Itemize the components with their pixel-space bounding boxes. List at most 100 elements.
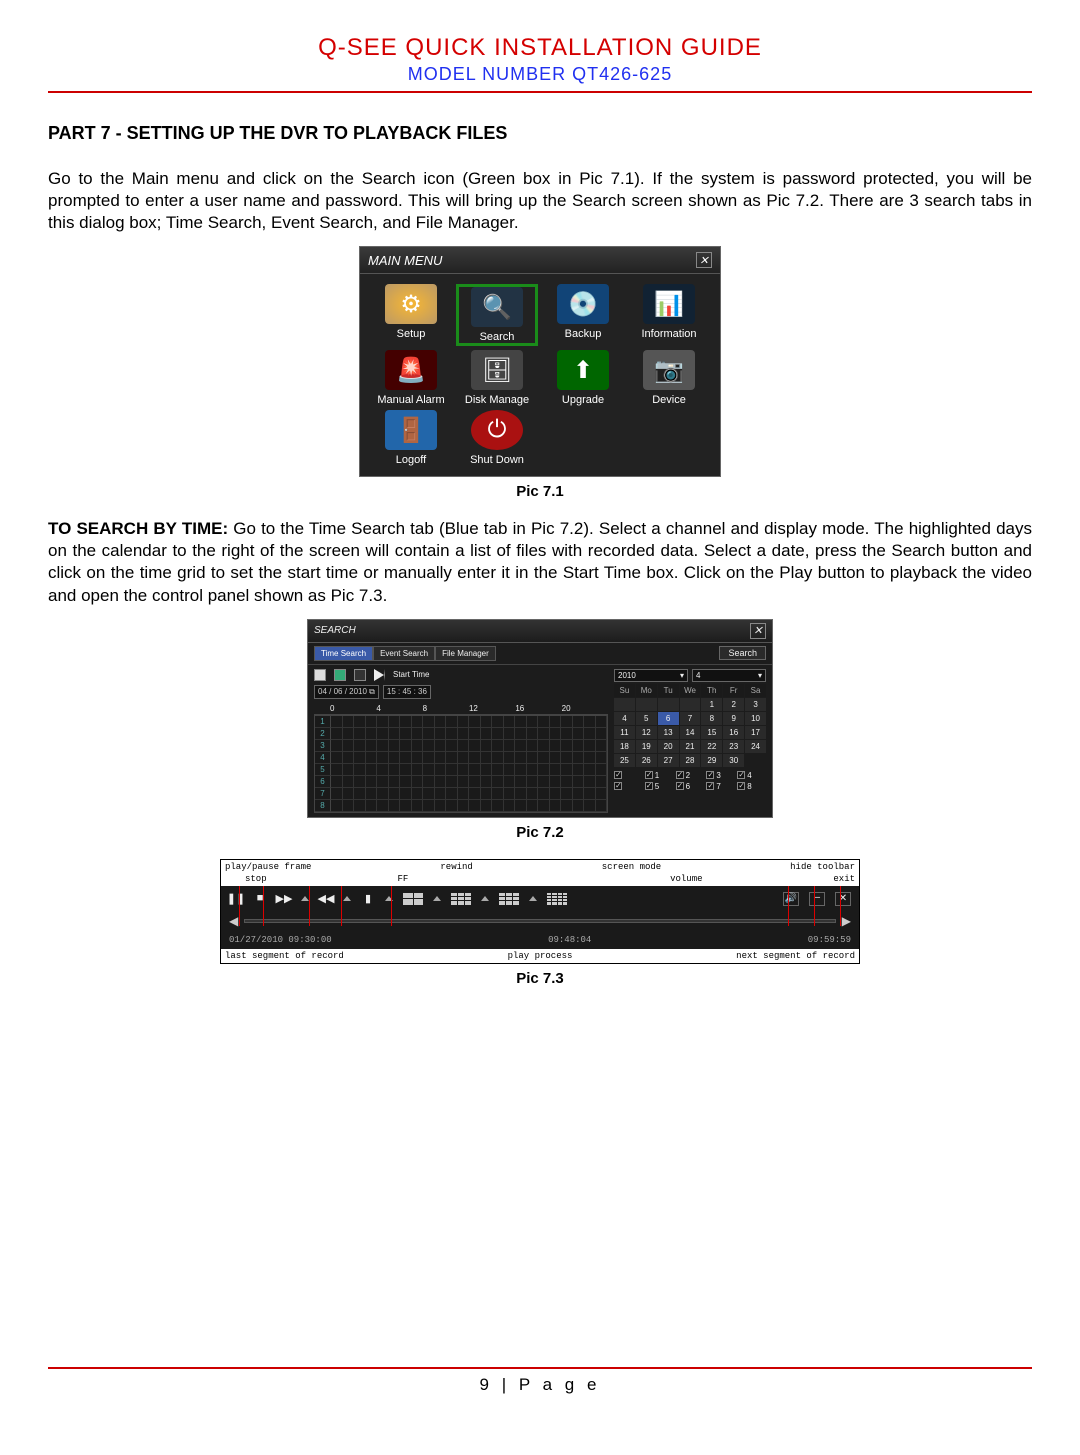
menu-setup[interactable]: ⚙Setup: [370, 284, 452, 346]
grid-cell[interactable]: [366, 800, 378, 812]
menu-information[interactable]: 📊Information: [628, 284, 710, 346]
grid-cell[interactable]: [400, 776, 412, 788]
grid-cell[interactable]: [561, 740, 573, 752]
time-grid[interactable]: 12345678: [314, 715, 608, 813]
grid-cell[interactable]: [481, 788, 493, 800]
grid-cell[interactable]: [377, 716, 389, 728]
grid-cell[interactable]: [366, 764, 378, 776]
grid-cell[interactable]: [377, 788, 389, 800]
check-5[interactable]: 5: [645, 782, 674, 791]
grid-cell[interactable]: [584, 800, 596, 812]
grid-cell[interactable]: [561, 716, 573, 728]
grid-cell[interactable]: [504, 800, 516, 812]
grid-cell[interactable]: [400, 752, 412, 764]
grid-cell[interactable]: [469, 788, 481, 800]
exit-icon[interactable]: ✕: [835, 892, 851, 906]
grid-cell[interactable]: [435, 776, 447, 788]
cal-day[interactable]: 17: [745, 726, 766, 739]
grid-cell[interactable]: [481, 752, 493, 764]
grid-cell[interactable]: [435, 740, 447, 752]
check-1[interactable]: 1: [645, 771, 674, 780]
grid-cell[interactable]: [492, 764, 504, 776]
grid-cell[interactable]: [412, 788, 424, 800]
grid-cell[interactable]: [584, 764, 596, 776]
cal-day[interactable]: 16: [723, 726, 744, 739]
grid-cell[interactable]: [538, 800, 550, 812]
grid-cell[interactable]: [389, 776, 401, 788]
grid-cell[interactable]: [400, 716, 412, 728]
cal-day[interactable]: 14: [680, 726, 701, 739]
cal-day[interactable]: 26: [636, 754, 657, 767]
play-icon[interactable]: [374, 669, 385, 681]
grid-cell[interactable]: [469, 740, 481, 752]
grid-cell[interactable]: [389, 728, 401, 740]
menu-device[interactable]: 📷Device: [628, 350, 710, 406]
grid-cell[interactable]: [561, 764, 573, 776]
cal-day[interactable]: 23: [723, 740, 744, 753]
grid-cell[interactable]: [435, 728, 447, 740]
grid-cell[interactable]: [584, 740, 596, 752]
grid-cell[interactable]: [331, 752, 343, 764]
grid-cell[interactable]: [389, 740, 401, 752]
screen-6-icon[interactable]: [499, 893, 519, 905]
grid-cell[interactable]: [573, 728, 585, 740]
grid-cell[interactable]: [354, 800, 366, 812]
grid-cell[interactable]: [423, 788, 435, 800]
menu-logoff[interactable]: 🚪Logoff: [370, 410, 452, 466]
year-select[interactable]: 2010▾: [614, 669, 688, 682]
grid-cell[interactable]: [446, 716, 458, 728]
grid-cell[interactable]: [515, 716, 527, 728]
grid-cell[interactable]: [469, 776, 481, 788]
grid-cell[interactable]: [331, 776, 343, 788]
grid-cell[interactable]: [446, 752, 458, 764]
cal-day[interactable]: 18: [614, 740, 635, 753]
cal-day[interactable]: 5: [636, 712, 657, 725]
grid-cell[interactable]: [584, 716, 596, 728]
grid-cell[interactable]: [538, 788, 550, 800]
grid-cell[interactable]: [492, 728, 504, 740]
display-mode-1[interactable]: [314, 669, 326, 681]
tab-event-search[interactable]: Event Search: [373, 646, 435, 661]
grid-cell[interactable]: [527, 776, 539, 788]
grid-cell[interactable]: [527, 716, 539, 728]
grid-cell[interactable]: [469, 752, 481, 764]
grid-cell[interactable]: [331, 764, 343, 776]
cal-day[interactable]: 9: [723, 712, 744, 725]
grid-cell[interactable]: [492, 716, 504, 728]
cal-day[interactable]: 20: [658, 740, 679, 753]
grid-cell[interactable]: [561, 728, 573, 740]
grid-cell[interactable]: [550, 788, 562, 800]
grid-cell[interactable]: [492, 788, 504, 800]
grid-cell[interactable]: [423, 764, 435, 776]
grid-cell[interactable]: [412, 728, 424, 740]
grid-cell[interactable]: [561, 800, 573, 812]
menu-search[interactable]: 🔍Search: [456, 284, 538, 346]
cal-day[interactable]: 15: [701, 726, 722, 739]
grid-cell[interactable]: [446, 776, 458, 788]
grid-cell[interactable]: [400, 800, 412, 812]
check-all[interactable]: [614, 771, 643, 780]
grid-cell[interactable]: [412, 716, 424, 728]
grid-cell[interactable]: [550, 716, 562, 728]
volume-icon[interactable]: 🔊: [783, 892, 799, 906]
grid-cell[interactable]: [584, 776, 596, 788]
grid-cell[interactable]: [596, 716, 608, 728]
grid-cell[interactable]: [412, 764, 424, 776]
check-3[interactable]: 3: [706, 771, 735, 780]
grid-cell[interactable]: [469, 800, 481, 812]
grid-cell[interactable]: [527, 740, 539, 752]
grid-cell[interactable]: [504, 752, 516, 764]
grid-cell[interactable]: [423, 800, 435, 812]
grid-cell[interactable]: [561, 788, 573, 800]
cal-day[interactable]: 7: [680, 712, 701, 725]
grid-cell[interactable]: [423, 776, 435, 788]
cal-day[interactable]: 2: [723, 698, 744, 711]
grid-cell[interactable]: [515, 740, 527, 752]
grid-cell[interactable]: [366, 776, 378, 788]
grid-cell[interactable]: [538, 740, 550, 752]
grid-cell[interactable]: [354, 776, 366, 788]
grid-cell[interactable]: [435, 788, 447, 800]
grid-cell[interactable]: [573, 788, 585, 800]
grid-cell[interactable]: [469, 716, 481, 728]
grid-cell[interactable]: [550, 728, 562, 740]
